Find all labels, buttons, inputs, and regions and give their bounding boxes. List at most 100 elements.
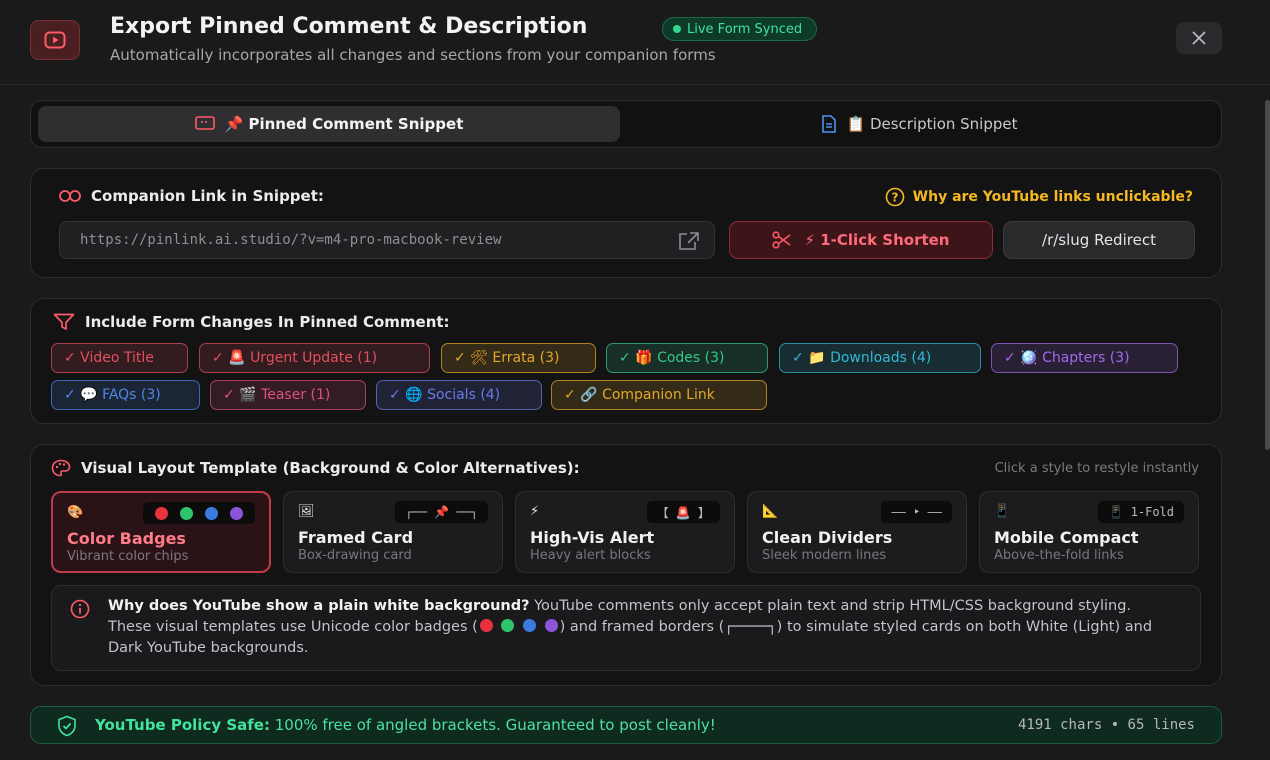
chip-label: ✓ 🚨 Urgent Update (1) [212,350,378,366]
template-name: Framed Card [298,528,414,547]
chip-label: ✓ 🌐 Socials (4) [389,387,501,403]
header-divider [0,84,1270,85]
lightning-icon: ⚡ [530,504,540,519]
chip-chapters[interactable]: ✓ 🪩 Chapters (3) [991,343,1178,373]
chip-faqs[interactable]: ✓ 💬 FAQs (3) [51,380,200,410]
status-dot-icon [673,25,681,33]
shorten-button[interactable]: ⚡ 1-Click Shorten [729,221,993,259]
link-icon [59,190,81,202]
green-dot-icon [501,619,515,632]
close-button[interactable] [1176,22,1222,54]
companion-url-value: https://pinlink.ai.studio/?v=m4-pro-macb… [80,232,502,248]
red-dot-icon [479,619,493,632]
companion-link-card: Companion Link in Snippet: ? Why are You… [30,168,1222,278]
blue-dot-icon [523,619,537,632]
template-name: Mobile Compact [994,528,1139,547]
template-desc: Heavy alert blocks [530,548,651,563]
companion-link-heading: Companion Link in Snippet: [59,187,324,205]
policy-safe-footer: YouTube Policy Safe: 100% free of angled… [30,706,1222,744]
frame-glyph: ┌────┐ [724,619,777,635]
chip-label: ✓ 🛠 Errata (3) [454,350,560,366]
tab-description-label: 📋 Description Snippet [846,115,1018,133]
redirect-button-label: /r/slug Redirect [1042,231,1156,249]
scrollbar[interactable] [1265,100,1270,450]
high-vis-preview: 【 🚨 】 [646,501,720,523]
chip-video-title[interactable]: ✓ Video Title [51,343,188,373]
layout-template-card: Visual Layout Template (Background & Col… [30,444,1222,686]
modal-header: Export Pinned Comment & Description Live… [0,0,1270,84]
live-sync-badge: Live Form Synced [662,17,818,41]
mobile-compact-preview: 📱 1-Fold [1098,501,1184,523]
info-text-part2: ) and framed borders ( [559,619,725,635]
info-question: Why does YouTube show a plain white back… [108,598,530,614]
framed-card-preview: ┌── 📌 ──┐ [395,501,488,523]
why-links-unclickable-link[interactable]: ? Why are YouTube links unclickable? [885,187,1193,207]
mobile-icon: 📱 [994,504,1011,519]
snippet-tabs: 📌 Pinned Comment Snippet 📋 Description S… [30,100,1222,148]
policy-message: YouTube Policy Safe: 100% free of angled… [95,716,716,734]
slug-redirect-button[interactable]: /r/slug Redirect [1003,221,1195,259]
red-dot-icon [155,506,168,520]
template-high-vis-alert[interactable]: ⚡ 【 🚨 】 High-Vis Alert Heavy alert block… [515,491,735,573]
chip-label: ✓ Video Title [64,350,154,366]
chip-urgent-update[interactable]: ✓ 🚨 Urgent Update (1) [199,343,430,373]
shield-check-icon [58,715,76,737]
chip-teaser[interactable]: ✓ 🎬 Teaser (1) [210,380,366,410]
chip-socials[interactable]: ✓ 🌐 Socials (4) [376,380,542,410]
chip-downloads[interactable]: ✓ 📁 Downloads (4) [779,343,981,373]
chip-label: ✓ 📁 Downloads (4) [792,350,932,366]
purple-dot-icon [544,619,558,632]
chip-label: ✓ 🔗 Companion Link [564,387,715,403]
template-name: High-Vis Alert [530,528,655,547]
info-text: Why does YouTube show a plain white back… [108,596,1168,659]
close-icon [1192,31,1206,45]
companion-url-field[interactable]: https://pinlink.ai.studio/?v=m4-pro-macb… [59,221,715,259]
document-icon [821,115,836,133]
comment-icon [194,116,215,130]
filter-icon [53,313,75,330]
template-heading: Visual Layout Template (Background & Col… [51,459,580,477]
ruler-icon: 📐 [762,504,779,519]
snippet-stats: 4191 chars • 65 lines [1017,717,1195,733]
template-desc: Vibrant color chips [67,549,189,564]
chip-label: ✓ 🪩 Chapters (3) [1004,350,1130,366]
shorten-button-label: ⚡ 1-Click Shorten [804,231,950,249]
help-icon: ? [885,187,904,207]
info-icon [70,599,90,619]
chip-label: ✓ 🎁 Codes (3) [619,350,725,366]
live-badge-label: Live Form Synced [687,21,803,37]
palette-icon [51,459,71,477]
svg-text:?: ? [891,191,898,205]
template-desc: Box-drawing card [298,548,412,563]
chip-label: ✓ 💬 FAQs (3) [64,387,161,403]
modal-title: Export Pinned Comment & Description [110,14,588,39]
background-info-box: Why does YouTube show a plain white back… [51,585,1201,671]
template-framed-card[interactable]: 🖼 ┌── 📌 ──┐ Framed Card Box-drawing card [283,491,503,573]
youtube-icon [30,20,80,60]
chip-codes[interactable]: ✓ 🎁 Codes (3) [606,343,768,373]
template-name: Color Badges [67,529,186,548]
form-changes-heading: Include Form Changes In Pinned Comment: [53,313,450,331]
template-color-badges[interactable]: 🎨 Color Badges Vibrant color chips [51,491,271,573]
tab-pinned-comment[interactable]: 📌 Pinned Comment Snippet [38,106,620,142]
color-badges-preview [143,502,255,524]
tab-description[interactable]: 📋 Description Snippet [623,106,1215,142]
form-changes-title: Include Form Changes In Pinned Comment: [85,313,450,331]
tab-pinned-comment-label: 📌 Pinned Comment Snippet [224,115,464,133]
why-link-label: Why are YouTube links unclickable? [912,189,1193,205]
chip-errata[interactable]: ✓ 🛠 Errata (3) [441,343,596,373]
chip-label: ✓ 🎬 Teaser (1) [223,387,331,403]
template-title: Visual Layout Template (Background & Col… [81,459,580,477]
companion-link-title: Companion Link in Snippet: [91,187,324,205]
green-dot-icon [180,506,193,520]
external-link-icon[interactable] [678,231,700,251]
form-changes-card: Include Form Changes In Pinned Comment: … [30,298,1222,424]
template-name: Clean Dividers [762,528,893,547]
chip-companion-link[interactable]: ✓ 🔗 Companion Link [551,380,767,410]
template-mobile-compact[interactable]: 📱 📱 1-Fold Mobile Compact Above-the-fold… [979,491,1199,573]
clean-dividers-preview: —— ‣ —— [881,501,952,523]
modal-subtitle: Automatically incorporates all changes a… [110,46,716,64]
template-clean-dividers[interactable]: 📐 —— ‣ —— Clean Dividers Sleek modern li… [747,491,967,573]
palette-emoji-icon: 🎨 [67,505,84,520]
purple-dot-icon [230,506,243,520]
